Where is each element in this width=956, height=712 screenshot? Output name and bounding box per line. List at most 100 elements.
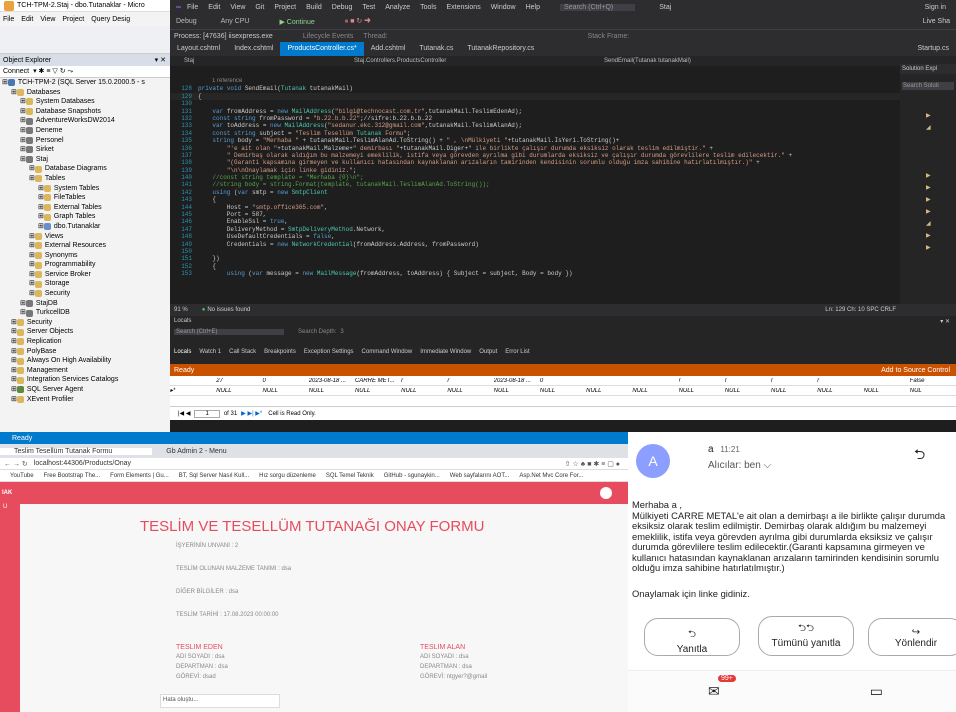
grid-cell[interactable]: NULL [540, 388, 586, 394]
vs-menu-item[interactable]: Extensions [446, 4, 480, 11]
locals-search-input[interactable]: Search (Ctrl+E) [174, 329, 284, 335]
expand-icon[interactable]: ⊞ [11, 318, 17, 328]
expand-icon[interactable]: ⊞ [29, 251, 35, 261]
expand-icon[interactable]: ⊞ [29, 174, 35, 184]
grid-cell[interactable]: NULL [771, 388, 817, 394]
code-line[interactable]: 152 { [170, 263, 900, 270]
code-line[interactable]: 133 var toAddress = new MailAddress("sed… [170, 122, 900, 129]
expand-icon[interactable]: ⊞ [11, 347, 17, 357]
code-line[interactable]: 147 DeliveryMethod = SmtpDeliveryMethod.… [170, 226, 900, 233]
expand-icon[interactable]: ⊞ [11, 337, 17, 347]
expand-icon[interactable]: ⊞ [2, 78, 8, 88]
grid-cell[interactable]: r [679, 378, 725, 384]
grid-cell[interactable]: NULL [355, 388, 401, 394]
tree-node[interactable]: ⊞ TurkcellDB [2, 308, 170, 318]
grid-cell[interactable]: CARRE MET... [355, 378, 401, 384]
vs-menu-item[interactable]: Analyze [385, 4, 410, 11]
code-line[interactable]: 134 const string subject = "Teslim Tesel… [170, 130, 900, 137]
recipient-line[interactable]: Alıcılar: ben ⌵ [708, 460, 771, 471]
code-line[interactable]: 137 " Demirbaş olarak aldığım bu malzeme… [170, 152, 900, 159]
ssms-menu-item[interactable]: View [40, 16, 55, 23]
pager-next-icon[interactable]: ▶ ▶| ▶* [241, 410, 262, 417]
grid-cell[interactable]: r [771, 378, 817, 384]
ssms-menu-item[interactable]: File [3, 16, 14, 23]
vs-menu-item[interactable]: Git [255, 4, 264, 11]
expand-icon[interactable]: ⊞ [38, 203, 44, 213]
grid-cell[interactable]: NULL [401, 388, 447, 394]
platform-select[interactable]: Any CPU [221, 18, 250, 25]
bookmark-link[interactable]: GitHub - sgunaykin... [384, 473, 440, 479]
grid-cell[interactable]: NULL [864, 388, 910, 394]
grid-cell[interactable]: r [401, 378, 447, 384]
tree-node[interactable]: ⊞ Staj [2, 155, 170, 165]
user-avatar[interactable] [600, 487, 612, 499]
grid-cell[interactable]: NULL [447, 388, 493, 394]
expand-icon[interactable]: ⊞ [29, 279, 35, 289]
reply-icon[interactable]: ⮌ [914, 444, 925, 468]
tree-node[interactable]: ⊞ Service Broker [2, 270, 170, 280]
bookmark-link[interactable]: YouTube [10, 473, 34, 479]
grid-cell[interactable]: NULL [586, 388, 632, 394]
tree-node[interactable]: ⊞ Replication [2, 337, 170, 347]
tree-node[interactable]: ⊞ Storage [2, 279, 170, 289]
code-line[interactable]: 145 Port = 587, [170, 211, 900, 218]
tree-node[interactable]: ⊞ FileTables [2, 193, 170, 203]
editor-tab[interactable]: Tutanak.cs [412, 42, 460, 56]
debug-tab[interactable]: Error List [505, 349, 529, 355]
grid-cell[interactable]: r [447, 378, 493, 384]
expand-icon[interactable]: ⊞ [29, 289, 35, 299]
grid-cell[interactable]: NULL [632, 388, 678, 394]
breadcrumb-method[interactable]: SendEmail(Tutanak tutanakMail) [604, 58, 691, 64]
tree-node[interactable]: ⊞ Management [2, 366, 170, 376]
code-line[interactable]: 146 EnableSsl = true, [170, 218, 900, 225]
tree-node[interactable]: ⊞ XEvent Profiler [2, 395, 170, 405]
pager-first-icon[interactable]: |◀ ◀ [178, 410, 190, 417]
code-line[interactable]: 144 Host = "smtp.office365.com", [170, 204, 900, 211]
grid-cell[interactable]: NULL [309, 388, 355, 394]
expand-icon[interactable]: ⊞ [11, 88, 17, 98]
vs-menu-item[interactable]: View [230, 4, 245, 11]
reply-button[interactable]: ⮌ Yanıtla [644, 618, 740, 656]
code-line[interactable]: 131 var fromAddress = new MailAddress("b… [170, 108, 900, 115]
grid-cell[interactable]: NULL [725, 388, 771, 394]
tree-node[interactable]: ⊞ Programmability [2, 260, 170, 270]
code-line[interactable]: 150 [170, 248, 900, 255]
tree-node[interactable]: ⊞ Integration Services Catalogs [2, 375, 170, 385]
tree-node[interactable]: ⊞ dbo.Tutanaklar [2, 222, 170, 232]
browser-tab[interactable]: Teslim Tesellüm Tutanak Formu [0, 447, 153, 455]
editor-tab[interactable]: Add.cshtml [364, 42, 413, 56]
ssms-menu-item[interactable]: Edit [21, 16, 33, 23]
pin-icon[interactable]: ▾ ✕ [155, 56, 166, 64]
debug-tab[interactable]: Locals [174, 349, 191, 355]
tree-node[interactable]: ⊞ Database Snapshots [2, 107, 170, 117]
tree-node[interactable]: ⊞ Always On High Availability [2, 356, 170, 366]
row-selector[interactable]: ▸* [170, 387, 216, 394]
vs-menu-item[interactable]: File [187, 4, 198, 11]
expand-icon[interactable]: ⊞ [29, 164, 35, 174]
editor-tab[interactable]: ProductsController.cs* [280, 42, 364, 56]
forward-button[interactable]: ↪ Yönlendir [868, 618, 956, 656]
nav-icons[interactable]: ← → ↻ [4, 460, 28, 468]
bookmark-link[interactable]: BT, Sql Server Nasıl Kull... [179, 473, 249, 479]
tree-node[interactable]: ⊞ System Databases [2, 97, 170, 107]
tree-node[interactable]: ⊞ SQL Server Agent [2, 385, 170, 395]
code-editor[interactable]: 1 reference 128 private void SendEmail(Tu… [170, 78, 900, 300]
code-line[interactable]: 141 //string body = string.Format(templa… [170, 181, 900, 188]
code-line[interactable]: 143 { [170, 196, 900, 203]
tree-node[interactable]: ⊞ Personel [2, 136, 170, 146]
debug-tab[interactable]: Watch 1 [199, 349, 221, 355]
live-share-button[interactable]: Live Sha [923, 18, 950, 25]
editor-tab[interactable]: Index.cshtml [227, 42, 280, 56]
grid-cell[interactable]: NULL [216, 388, 262, 394]
solution-search-input[interactable]: Search Soluti [902, 82, 954, 90]
breadcrumb-class[interactable]: Staj.Controllers.ProductsController [354, 58, 604, 64]
expand-icon[interactable]: ⊞ [11, 385, 17, 395]
expand-icon[interactable]: ⊞ [38, 193, 44, 203]
tree-node[interactable]: ⊞ Databases [2, 88, 170, 98]
ssms-menu-item[interactable]: Query Desig [91, 16, 130, 23]
expand-icon[interactable]: ⊞ [11, 395, 17, 405]
debug-tab[interactable]: Call Stack [229, 349, 256, 355]
expand-icon[interactable]: ⊞ [29, 232, 35, 242]
no-issues-text[interactable]: No issues found [207, 307, 250, 313]
grid-cell[interactable]: NUL [910, 388, 956, 394]
